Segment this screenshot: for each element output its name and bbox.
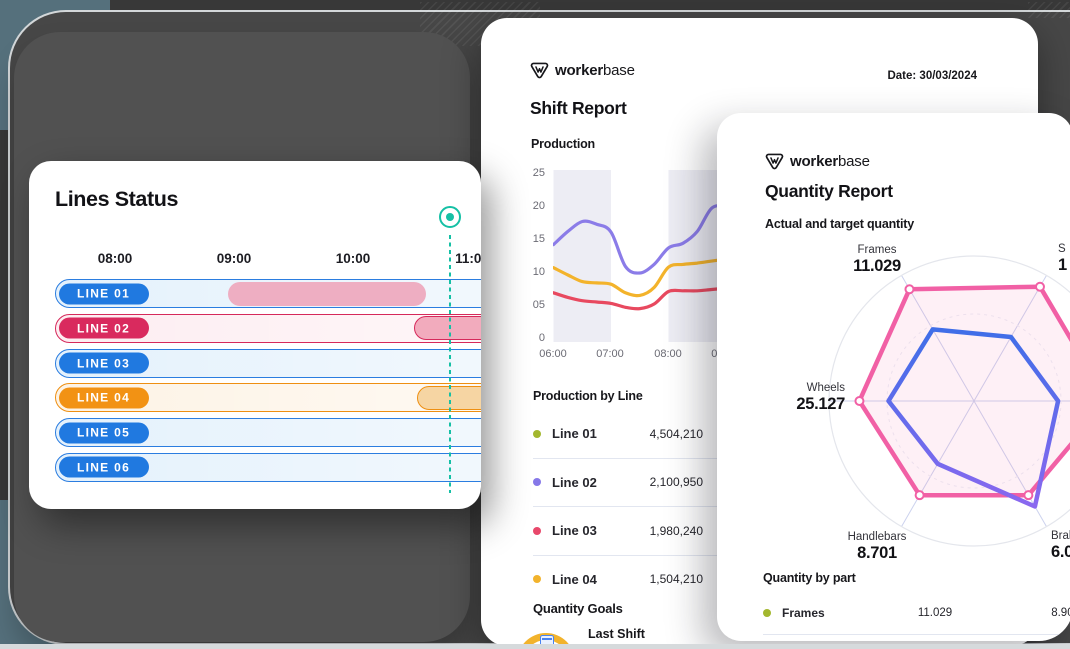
time-axis-label: 11:00	[442, 251, 481, 266]
line-rows: LINE 01 LINE 02 LINE 03 LINE 04 LINE 05 LINE …	[55, 279, 481, 482]
radar-axis-brakes: Brak 6.0	[1051, 530, 1070, 562]
line-value: 1,504,210	[650, 572, 703, 586]
line-row[interactable]: LINE 03	[55, 349, 481, 378]
line-label-pill: LINE 03	[59, 353, 149, 374]
now-marker[interactable]	[439, 206, 461, 228]
radar-subtitle: Actual and target quantity	[765, 217, 914, 231]
workerbase-logo: workerbase	[530, 62, 635, 79]
production-by-line-row[interactable]: Line 01 4,504,210	[533, 410, 729, 459]
production-by-line-row[interactable]: Line 03 1,980,240	[533, 507, 729, 556]
line-label-pill: LINE 05	[59, 422, 149, 443]
time-axis-label: 08:00	[85, 251, 145, 266]
y-axis-tick: 15	[519, 233, 545, 245]
series-dot	[763, 609, 771, 617]
line-name: Line 02	[552, 475, 597, 490]
line-label-pill: LINE 04	[59, 387, 149, 408]
part-name: Frames	[782, 606, 825, 620]
report-date: Date: 30/03/2024	[887, 70, 977, 82]
stage: workerbase Date: 30/03/2024 Shift Report…	[0, 0, 1070, 649]
y-axis-tick: 25	[519, 167, 545, 179]
y-axis-tick: 20	[519, 200, 545, 212]
x-axis-tick: 07:00	[588, 348, 632, 360]
hatch-texture	[1028, 2, 1070, 18]
quantity-report-card: workerbase Quantity Report Actual and ta…	[717, 113, 1070, 641]
series-dot	[533, 527, 541, 535]
workerbase-logo-icon	[765, 153, 784, 170]
status-block[interactable]	[228, 282, 426, 306]
line-name: Line 03	[552, 523, 597, 538]
production-by-line-row[interactable]: Line 02 2,100,950	[533, 459, 729, 508]
production-by-line-list: Line 01 4,504,210 Line 02 2,100,950 Line 03 1…	[533, 410, 729, 603]
line-value: 2,100,950	[650, 475, 703, 489]
part-row[interactable]: Frames 11.029 8.900	[763, 599, 1063, 627]
status-block[interactable]	[414, 316, 481, 340]
workerbase-logo-text: workerbase	[555, 62, 635, 79]
workerbase-logo: workerbase	[765, 153, 870, 170]
line-label-pill: LINE 06	[59, 457, 149, 478]
line-value: 1,980,240	[650, 524, 703, 538]
y-axis-tick: 0	[519, 332, 545, 344]
part-actual-value: 11.029	[890, 607, 980, 619]
line-name: Line 01	[552, 426, 597, 441]
line-value: 4,504,210	[650, 427, 703, 441]
series-dot	[533, 478, 541, 486]
quantity-by-part-heading: Quantity by part	[763, 571, 856, 585]
bottom-edge-strip	[0, 644, 1070, 649]
production-line-chart	[553, 170, 738, 350]
line-row[interactable]: LINE 01	[55, 279, 481, 308]
quantity-goals-heading: Quantity Goals	[533, 601, 623, 616]
production-by-line-heading: Production by Line	[533, 389, 643, 403]
lines-status-card: Lines Status 08:00 09:00 10:00 11:00 LIN…	[29, 161, 481, 509]
line-row[interactable]: LINE 06	[55, 453, 481, 482]
part-target-value: 8.900	[1003, 607, 1070, 619]
y-axis-tick: 05	[519, 299, 545, 311]
line-row[interactable]: LINE 05	[55, 418, 481, 447]
time-axis-label: 09:00	[204, 251, 264, 266]
workerbase-logo-icon	[530, 62, 549, 79]
gauge-label: Last Shift	[588, 627, 645, 641]
line-name: Line 04	[552, 572, 597, 587]
radar-axis-handlebars: Handlebars 8.701	[822, 531, 932, 563]
line-row[interactable]: LINE 02	[55, 314, 481, 343]
divider	[763, 634, 1070, 635]
series-dot	[533, 575, 541, 583]
line-label-pill: LINE 01	[59, 283, 149, 304]
series-dot	[533, 430, 541, 438]
now-marker-line	[449, 235, 451, 493]
radar-axis-clipped-right-top: S 1	[1058, 243, 1070, 275]
y-axis-tick: 10	[519, 266, 545, 278]
line-label-pill: LINE 02	[59, 318, 149, 339]
page-title: Lines Status	[55, 187, 178, 212]
production-heading: Production	[531, 137, 595, 151]
x-axis-tick: 08:00	[646, 348, 690, 360]
shift-report-title: Shift Report	[530, 98, 627, 119]
production-by-line-row[interactable]: Line 04 1,504,210	[533, 556, 729, 604]
quantity-report-title: Quantity Report	[765, 181, 893, 202]
quantity-radar-chart	[809, 236, 1070, 566]
workerbase-logo-text: workerbase	[790, 153, 870, 170]
radar-axis-frames: Frames 11.029	[822, 244, 932, 276]
line-row[interactable]: LINE 04	[55, 383, 481, 412]
time-axis-label: 10:00	[323, 251, 383, 266]
radar-axis-wheels: Wheels 25.127	[735, 382, 845, 414]
x-axis-tick: 06:00	[531, 348, 575, 360]
